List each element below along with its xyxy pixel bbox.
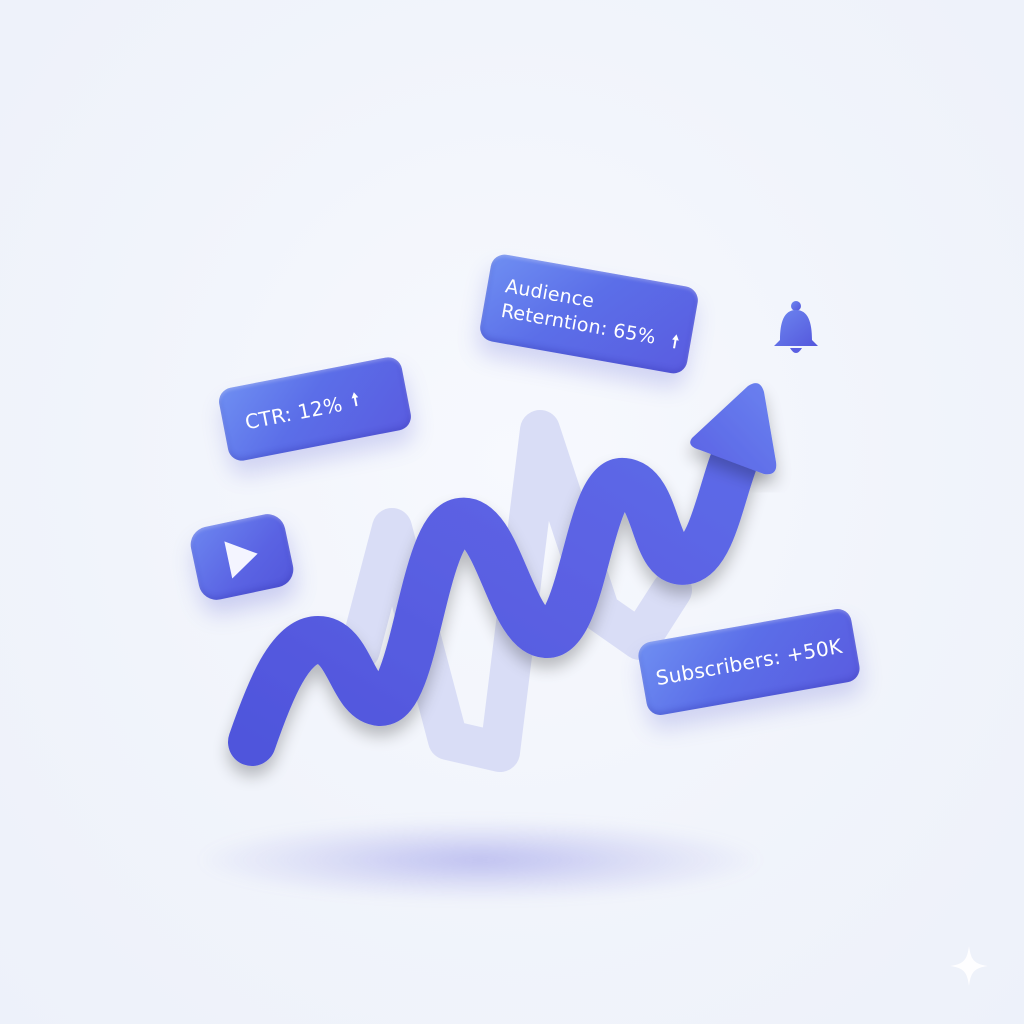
arrow-up-icon: 🠕 [349, 389, 361, 411]
growth-arrow-icon [690, 383, 777, 475]
bell-icon [774, 301, 818, 353]
play-triangle [224, 535, 262, 579]
subscribers-label: Subscribers: +50K [653, 633, 845, 691]
arrow-up-icon: 🠕 [669, 331, 681, 353]
sparkle-icon [950, 946, 988, 986]
illustration-canvas: CTR: 12% 🠕 Audience Reterntion: 65% 🠕 Su… [0, 0, 1024, 1024]
ctr-label: CTR: 12% [243, 391, 345, 435]
growth-chart-graphic [228, 383, 777, 772]
